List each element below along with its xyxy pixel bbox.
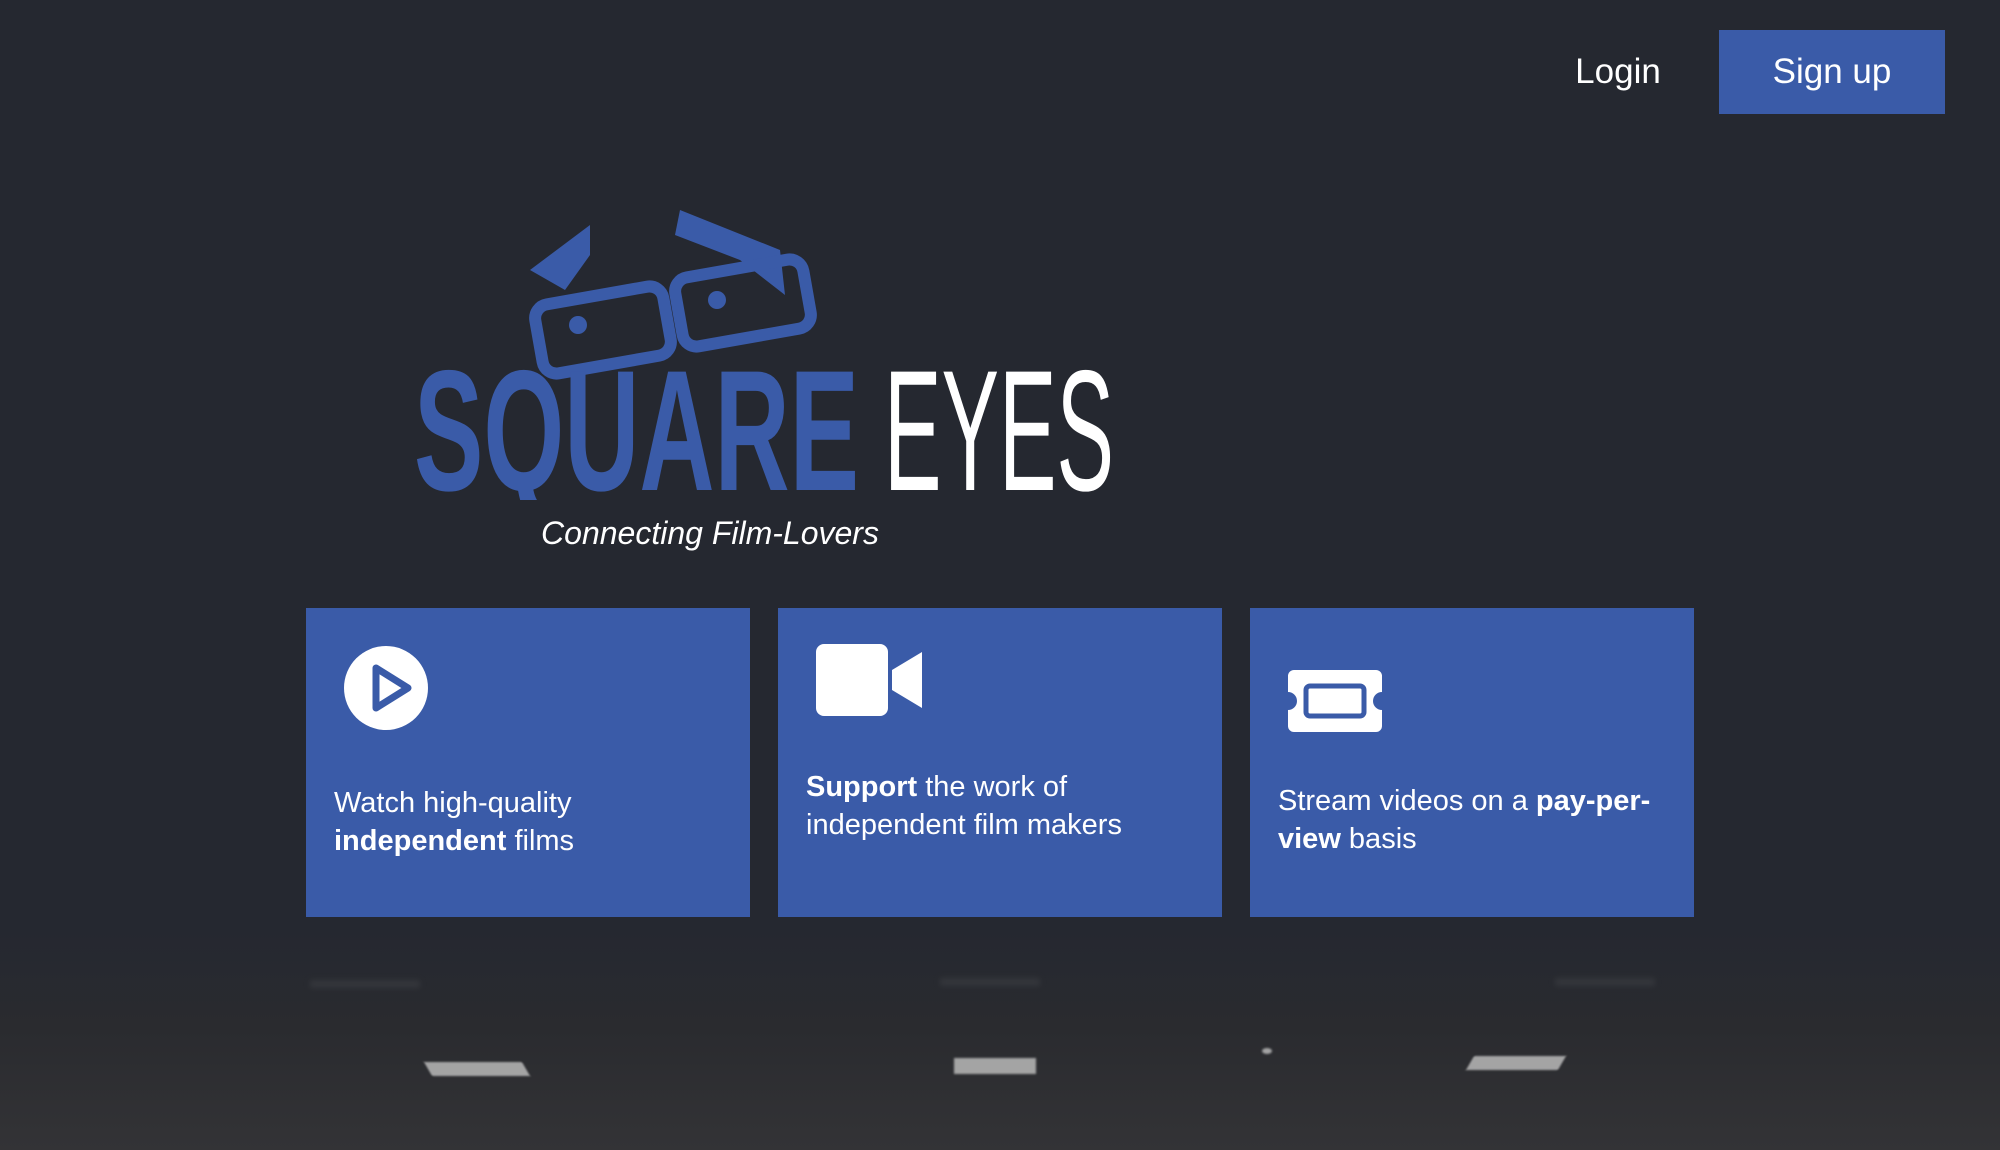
feature-card-stream: Stream videos on a pay-per-view basis (1250, 608, 1694, 917)
ceiling-shadow (310, 980, 420, 988)
feature-text-watch: Watch high-quality independent films (334, 787, 575, 857)
signup-button[interactable]: Sign up (1719, 30, 1945, 114)
feature-text-stream: Stream videos on a pay-per-view basis (1278, 785, 1651, 855)
feature-card-watch: Watch high-quality independent films (306, 608, 750, 917)
video-camera-icon (816, 644, 922, 716)
ceiling-light (1465, 1056, 1567, 1070)
ceiling-light (954, 1058, 1036, 1074)
background-fade (0, 930, 2000, 1150)
login-link[interactable]: Login (1548, 30, 1688, 114)
ceiling-shadow (1555, 978, 1655, 986)
ceiling-light (1262, 1048, 1272, 1054)
ticket-icon (1288, 670, 1382, 732)
ceiling-shadow (940, 978, 1040, 986)
ceiling-light (423, 1062, 531, 1076)
feature-text-support: Support the work of independent film mak… (806, 771, 1122, 841)
tagline: Connecting Film-Lovers (541, 515, 879, 551)
brand-name-eyes: EYES (884, 335, 1114, 500)
play-circle-icon (344, 646, 428, 730)
square-eyes-logo: SQUARE EYES (414, 210, 1114, 500)
feature-card-support: Support the work of independent film mak… (778, 608, 1222, 917)
brand-name-square: SQUARE (414, 335, 859, 500)
